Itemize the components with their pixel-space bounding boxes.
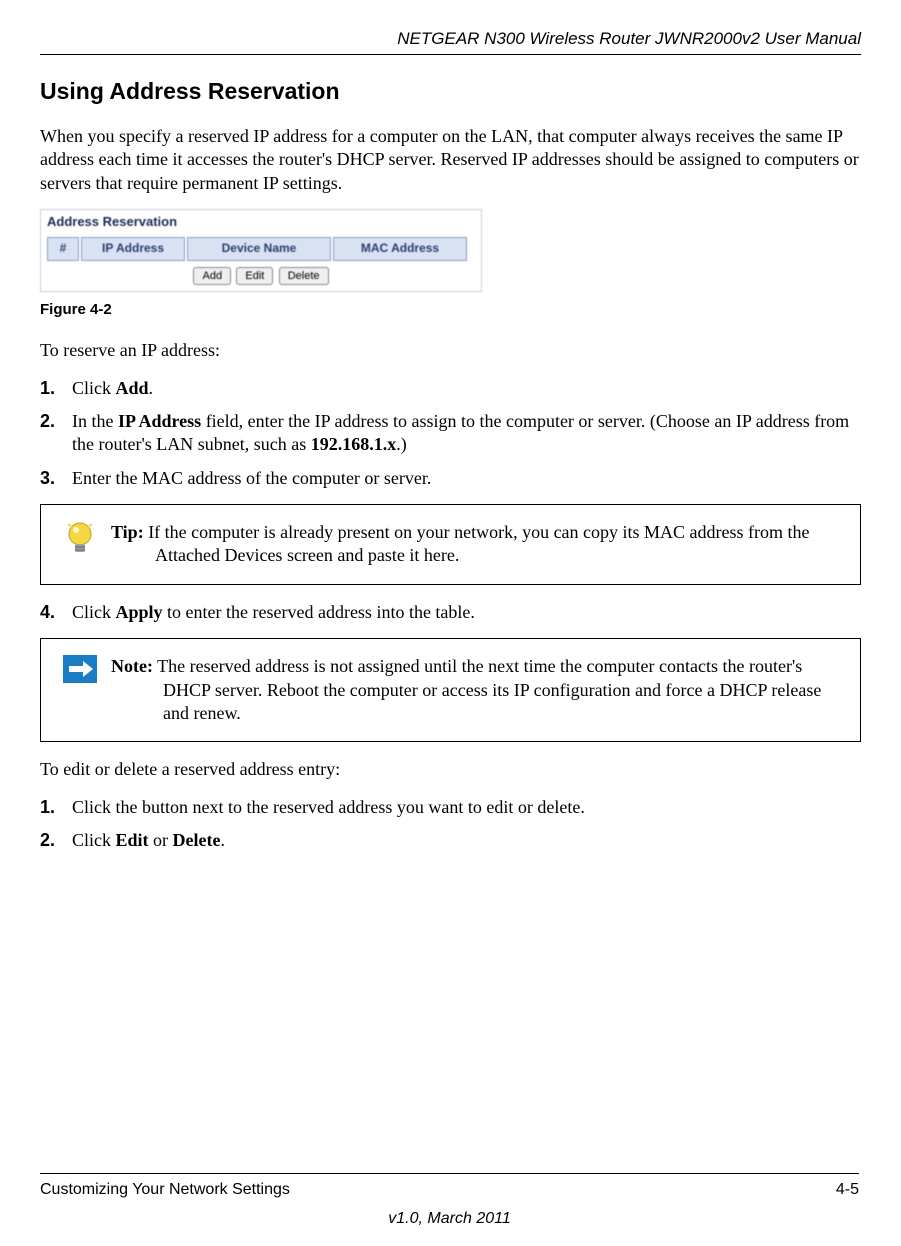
tip-text: Tip: If the computer is already present …: [107, 521, 848, 568]
step-number: 4.: [40, 601, 55, 624]
edit-step-2: 2. Click Edit or Delete.: [40, 829, 861, 852]
step-text: Click the button next to the reserved ad…: [72, 797, 585, 817]
step-3: 3. Enter the MAC address of the computer…: [40, 467, 861, 490]
step-number: 1.: [40, 377, 55, 400]
step-number: 2.: [40, 410, 55, 433]
address-reservation-panel: Address Reservation # IP Address Device …: [40, 209, 482, 291]
step-1: 1. Click Add.: [40, 377, 861, 400]
col-ip-address: IP Address: [81, 237, 185, 261]
footer-chapter: Customizing Your Network Settings: [40, 1180, 290, 1201]
reserve-step-4: 4. Click Apply to enter the reserved add…: [40, 601, 861, 624]
step-text: Enter the MAC address of the computer or…: [72, 468, 431, 488]
tip-icon-cell: [53, 521, 107, 557]
col-number: #: [47, 237, 79, 261]
panel-buttons: Add Edit Delete: [41, 261, 481, 291]
edit-button[interactable]: Edit: [236, 267, 273, 285]
step-number: 2.: [40, 829, 55, 852]
step-text: In the IP Address field, enter the IP ad…: [72, 411, 849, 454]
panel-title: Address Reservation: [41, 210, 481, 237]
manual-title-header: NETGEAR N300 Wireless Router JWNR2000v2 …: [40, 28, 861, 50]
note-text: Note: The reserved address is not assign…: [107, 655, 848, 725]
section-heading: Using Address Reservation: [40, 77, 861, 107]
footer-version: v1.0, March 2011: [40, 1209, 859, 1230]
figure-caption: Figure 4-2: [40, 300, 861, 320]
step-number: 3.: [40, 467, 55, 490]
header-rule: [40, 54, 861, 55]
reserve-intro: To reserve an IP address:: [40, 339, 861, 362]
col-mac-address: MAC Address: [333, 237, 467, 261]
arrow-right-icon: [63, 655, 97, 683]
note-icon-cell: [53, 655, 107, 683]
step-4: 4. Click Apply to enter the reserved add…: [40, 601, 861, 624]
edit-intro: To edit or delete a reserved address ent…: [40, 758, 861, 781]
page-footer: Customizing Your Network Settings 4-5 v1…: [40, 1173, 859, 1230]
footer-rule: [40, 1173, 859, 1174]
step-text: Click Apply to enter the reserved addres…: [72, 602, 475, 622]
reservation-table-header: # IP Address Device Name MAC Address: [47, 237, 475, 261]
tip-callout: Tip: If the computer is already present …: [40, 504, 861, 585]
add-button[interactable]: Add: [193, 267, 231, 285]
figure-screenshot: Address Reservation # IP Address Device …: [40, 209, 861, 291]
note-callout: Note: The reserved address is not assign…: [40, 638, 861, 742]
delete-button[interactable]: Delete: [279, 267, 329, 285]
col-device-name: Device Name: [187, 237, 331, 261]
footer-page-number: 4-5: [836, 1180, 859, 1201]
step-text: Click Edit or Delete.: [72, 830, 225, 850]
edit-steps: 1. Click the button next to the reserved…: [40, 796, 861, 853]
step-number: 1.: [40, 796, 55, 819]
step-2: 2. In the IP Address field, enter the IP…: [40, 410, 861, 457]
intro-paragraph: When you specify a reserved IP address f…: [40, 125, 861, 195]
step-text: Click Add.: [72, 378, 153, 398]
lightbulb-icon: [64, 521, 96, 557]
reserve-steps: 1. Click Add. 2. In the IP Address field…: [40, 377, 861, 491]
edit-step-1: 1. Click the button next to the reserved…: [40, 796, 861, 819]
